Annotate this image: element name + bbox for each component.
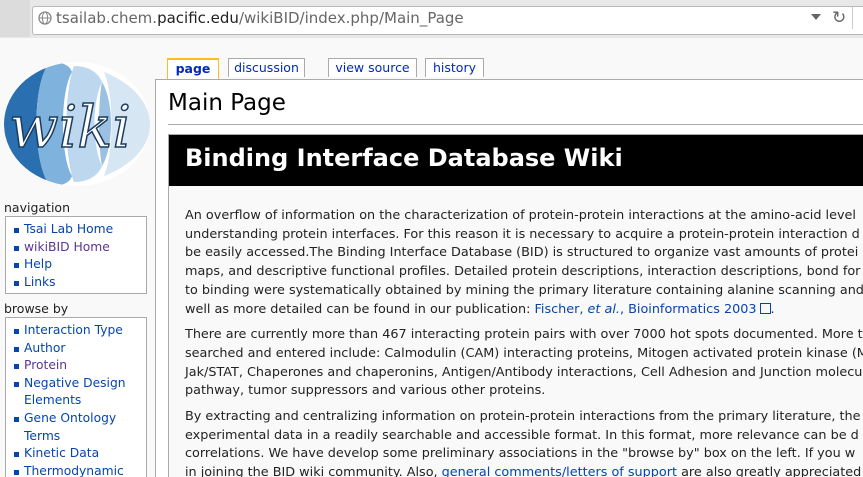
banner: Binding Interface Database Wiki: [169, 135, 863, 186]
globe-icon: [38, 11, 52, 25]
page-title: Main Page: [168, 90, 286, 116]
browse-item-interaction-type[interactable]: Interaction Type: [12, 322, 146, 340]
content-area: Main Page Binding Interface Database Wik…: [155, 79, 863, 477]
paragraph-community: By extracting and centralizing informati…: [185, 408, 863, 477]
browse-item-negative-design[interactable]: Negative Design: [12, 375, 146, 393]
nav-item-help[interactable]: Help: [12, 256, 146, 274]
logo-wordmark: wiki: [9, 93, 131, 161]
wiki-page: wiki navigation Tsai Lab Home wikiBID Ho…: [0, 38, 863, 477]
reload-icon[interactable]: ↻: [832, 8, 846, 28]
citation-link[interactable]: Fischer, et al., Bioinformatics 2003: [534, 302, 771, 317]
browse-by-portlet: Interaction Type Author Protein Negative…: [5, 317, 147, 477]
browse-item-thermodynamic[interactable]: Thermodynamic: [12, 463, 146, 477]
banner-title: Binding Interface Database Wiki: [185, 144, 623, 172]
browse-item-kinetic-data[interactable]: Kinetic Data: [12, 445, 146, 463]
toolbar-divider: [852, 7, 853, 29]
paragraph-statistics: There are currently more than 467 intera…: [185, 327, 863, 399]
url-text[interactable]: tsailab.chem.pacific.edu/wikiBID/index.p…: [56, 9, 464, 27]
tab-view-source[interactable]: view source: [328, 58, 417, 77]
tab-history[interactable]: history: [425, 58, 484, 77]
wiki-logo[interactable]: wiki: [2, 52, 152, 190]
paragraph-overview: An overflow of information on the charac…: [185, 208, 863, 317]
browse-item-gene-ontology[interactable]: Gene Ontology: [12, 410, 146, 428]
navigation-portlet: Tsai Lab Home wikiBID Home Help Links: [5, 216, 147, 294]
nav-item-wikibid-home[interactable]: wikiBID Home: [12, 239, 146, 257]
browse-item-author[interactable]: Author: [12, 340, 146, 358]
browser-toolbar: tsailab.chem.pacific.edu/wikiBID/index.p…: [0, 0, 863, 39]
browse-item-negative-design-cont[interactable]: Elements: [12, 392, 146, 410]
comments-link[interactable]: general comments/letters of support: [442, 465, 677, 477]
browse-item-gene-ontology-cont[interactable]: Terms: [12, 428, 146, 446]
navigation-title: navigation: [4, 200, 70, 215]
browse-item-protein[interactable]: Protein: [12, 357, 146, 375]
intro-panel: Binding Interface Database Wiki An overf…: [168, 134, 863, 477]
back-button[interactable]: [0, 0, 30, 37]
history-dropdown-icon[interactable]: [811, 14, 821, 20]
tab-page[interactable]: page: [167, 58, 219, 79]
intro-text: An overflow of information on the charac…: [185, 207, 863, 477]
nav-item-tsai-lab-home[interactable]: Tsai Lab Home: [12, 221, 146, 239]
browse-by-title: browse by: [4, 301, 69, 316]
external-link-icon: [759, 302, 771, 314]
title-divider: [168, 124, 863, 125]
tab-discussion[interactable]: discussion: [228, 58, 305, 77]
nav-item-links[interactable]: Links: [12, 274, 146, 292]
